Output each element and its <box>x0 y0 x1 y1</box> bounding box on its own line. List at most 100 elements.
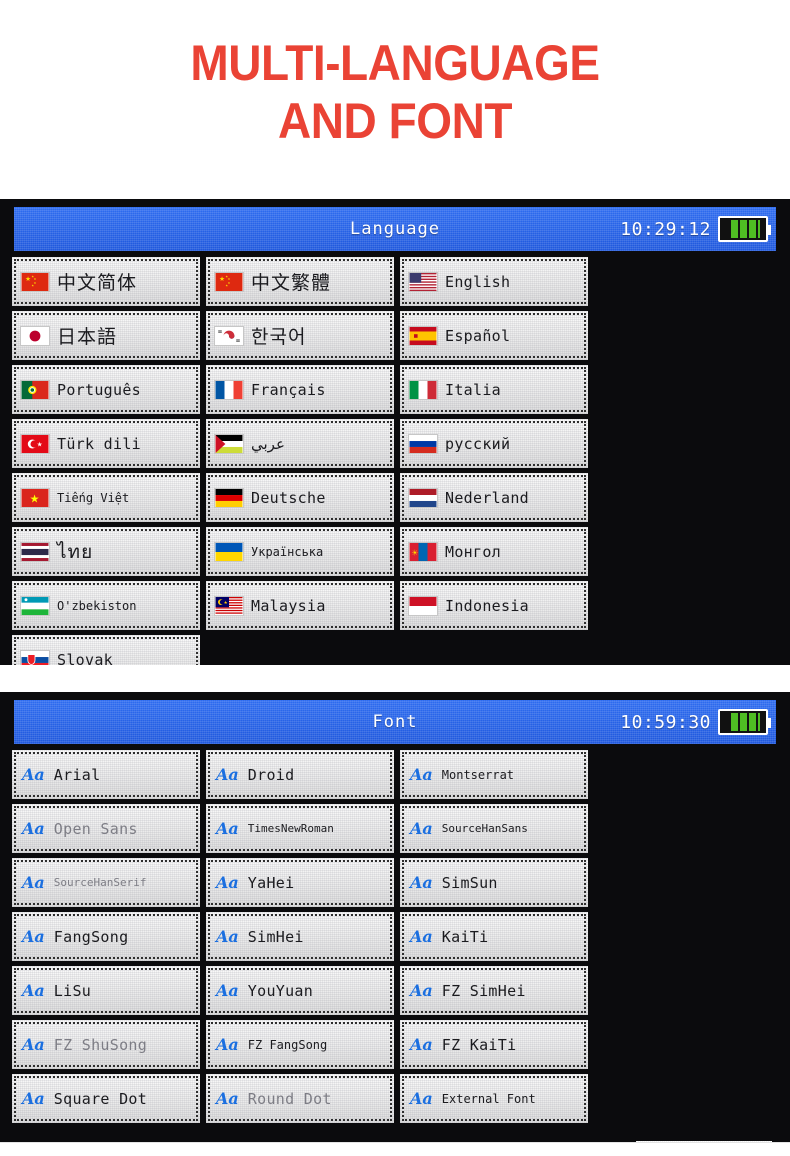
font-sample-aa-icon: Aa <box>410 1088 433 1108</box>
language-option-Монгол[interactable]: ☀ Монгол <box>400 527 588 576</box>
font-option-FZ ShuSong[interactable]: Aa FZ ShuSong <box>12 1020 200 1069</box>
font-option-YaHei[interactable]: Aa YaHei <box>206 858 394 907</box>
ukraine-flag-icon <box>214 541 244 562</box>
font-sample-aa-icon: Aa <box>410 980 433 1000</box>
font-option-FZ SimHei[interactable]: Aa FZ SimHei <box>400 966 588 1015</box>
japan-flag-icon <box>20 325 50 346</box>
language-option-label: Tiếng Việt <box>57 490 130 505</box>
usa-flag-icon: ★★★ <box>408 271 438 292</box>
language-option-label: Українська <box>251 544 324 559</box>
font-option-label: TimesNewRoman <box>247 822 334 835</box>
font-sample-aa-icon: Aa <box>216 764 239 784</box>
page-title-line-1: MULTI-LANGUAGE <box>190 35 600 91</box>
font-option-FZ FangSong[interactable]: Aa FZ FangSong <box>206 1020 394 1069</box>
language-option-Nederland[interactable]: Nederland <box>400 473 588 522</box>
language-option-Indonesia[interactable]: Indonesia <box>400 581 588 630</box>
font-option-Montserrat[interactable]: Aa Montserrat <box>400 750 588 799</box>
font-sample-aa-icon: Aa <box>216 1034 239 1054</box>
font-option-YouYuan[interactable]: Aa YouYuan <box>206 966 394 1015</box>
font-option-label: LiSu <box>53 981 92 1000</box>
font-option-label: Square Dot <box>53 1089 148 1108</box>
font-option-TimesNewRoman[interactable]: Aa TimesNewRoman <box>206 804 394 853</box>
font-option-SimSun[interactable]: Aa SimSun <box>400 858 588 907</box>
font-sample-aa-icon: Aa <box>410 872 433 892</box>
language-option-English[interactable]: ★★★ English <box>400 257 588 306</box>
language-option-label: Монгол <box>445 542 501 561</box>
language-option-ไทย[interactable]: ไทย <box>12 527 200 576</box>
font-option-Droid[interactable]: Aa Droid <box>206 750 394 799</box>
font-sample-aa-icon: Aa <box>410 1034 433 1054</box>
language-option-Español[interactable]: Español <box>400 311 588 360</box>
font-option-label: YouYuan <box>247 981 314 1000</box>
language-option-Italia[interactable]: Italia <box>400 365 588 414</box>
font-sample-aa-icon: Aa <box>22 926 45 946</box>
font-option-External Font[interactable]: Aa External Font <box>400 1074 588 1123</box>
language-option-label: русский <box>445 434 511 453</box>
language-option-한국어[interactable]: 한국어 <box>206 311 394 360</box>
language-option-Malaysia[interactable]: ★ Malaysia <box>206 581 394 630</box>
svg-text:★: ★ <box>31 283 34 287</box>
font-option-LiSu[interactable]: Aa LiSu <box>12 966 200 1015</box>
vietnam-flag-icon: ★ <box>20 487 50 508</box>
font-sample-aa-icon: Aa <box>22 980 45 1000</box>
font-option-FangSong[interactable]: Aa FangSong <box>12 912 200 961</box>
font-option-FZ KaiTi[interactable]: Aa FZ KaiTi <box>400 1020 588 1069</box>
font-option-label: Droid <box>247 765 295 784</box>
language-option-Português[interactable]: Português <box>12 365 200 414</box>
font-status-right: 10:59:30 <box>620 700 771 744</box>
font-option-label: KaiTi <box>441 927 489 946</box>
language-option-Tiếng Việt[interactable]: ★ Tiếng Việt <box>12 473 200 522</box>
font-option-Arial[interactable]: Aa Arial <box>12 750 200 799</box>
bottom-strip <box>0 1142 790 1156</box>
language-option-Deutsche[interactable]: Deutsche <box>206 473 394 522</box>
language-option-عربي[interactable]: عربي <box>206 419 394 468</box>
font-option-label: SourceHanSans <box>441 822 528 835</box>
language-option-Français[interactable]: Français <box>206 365 394 414</box>
slovakia-flag-icon <box>20 649 50 665</box>
battery-level-fill <box>731 713 760 731</box>
svg-text:☀: ☀ <box>411 548 418 557</box>
indonesia-flag-icon <box>408 595 438 616</box>
svg-text:★: ★ <box>219 276 225 283</box>
font-sample-aa-icon: Aa <box>22 764 45 784</box>
language-option-O'zbekiston[interactable]: O'zbekiston <box>12 581 200 630</box>
font-sample-aa-icon: Aa <box>216 818 239 838</box>
font-sample-aa-icon: Aa <box>22 1034 45 1054</box>
svg-text:★: ★ <box>25 276 31 283</box>
language-option-label: Português <box>57 380 141 399</box>
language-option-日本語[interactable]: 日本語 <box>12 311 200 360</box>
language-option-русский[interactable]: русский <box>400 419 588 468</box>
language-option-Українська[interactable]: Українська <box>206 527 394 576</box>
font-sample-aa-icon: Aa <box>216 980 239 1000</box>
page-title-line-2: AND FONT <box>278 93 512 149</box>
font-option-label: SimSun <box>441 873 498 892</box>
font-option-label: Open Sans <box>53 819 138 838</box>
language-option-中文简体[interactable]: ★ ★ ★ ★ ★ 中文简体 <box>12 257 200 306</box>
font-option-label: SourceHanSerif <box>53 876 147 889</box>
font-status-bar: Font 10:59:30 <box>14 700 776 744</box>
language-option-label: O'zbekiston <box>57 598 137 613</box>
font-option-Open Sans[interactable]: Aa Open Sans <box>12 804 200 853</box>
font-option-Square Dot[interactable]: Aa Square Dot <box>12 1074 200 1123</box>
font-option-SourceHanSans[interactable]: Aa SourceHanSans <box>400 804 588 853</box>
china-flag-icon: ★ ★ ★ ★ ★ <box>20 271 50 292</box>
language-option-label: 日本語 <box>57 326 118 348</box>
language-option-label: Italia <box>445 380 501 399</box>
battery-level-fill <box>731 220 760 238</box>
uzbekistan-flag-icon <box>20 595 50 616</box>
language-option-中文繁體[interactable]: ★ ★ ★ ★ ★ 中文繁體 <box>206 257 394 306</box>
language-option-Türk dili[interactable]: ★ Türk dili <box>12 419 200 468</box>
language-option-label: 中文繁體 <box>251 272 332 294</box>
language-option-Slovak[interactable]: Slovak <box>12 635 200 665</box>
font-option-label: YaHei <box>247 873 295 892</box>
font-option-KaiTi[interactable]: Aa KaiTi <box>400 912 588 961</box>
svg-text:★: ★ <box>225 283 228 287</box>
font-option-SimHei[interactable]: Aa SimHei <box>206 912 394 961</box>
font-option-Round Dot[interactable]: Aa Round Dot <box>206 1074 394 1123</box>
font-sample-aa-icon: Aa <box>410 764 433 784</box>
language-option-label: English <box>445 272 511 291</box>
language-screen: Language 10:29:12 ★★★★★中文简体★★★★★中文繁體★★★E… <box>0 199 790 665</box>
font-option-SourceHanSerif[interactable]: Aa SourceHanSerif <box>12 858 200 907</box>
language-option-label: ไทย <box>57 540 94 563</box>
font-sample-aa-icon: Aa <box>22 818 45 838</box>
